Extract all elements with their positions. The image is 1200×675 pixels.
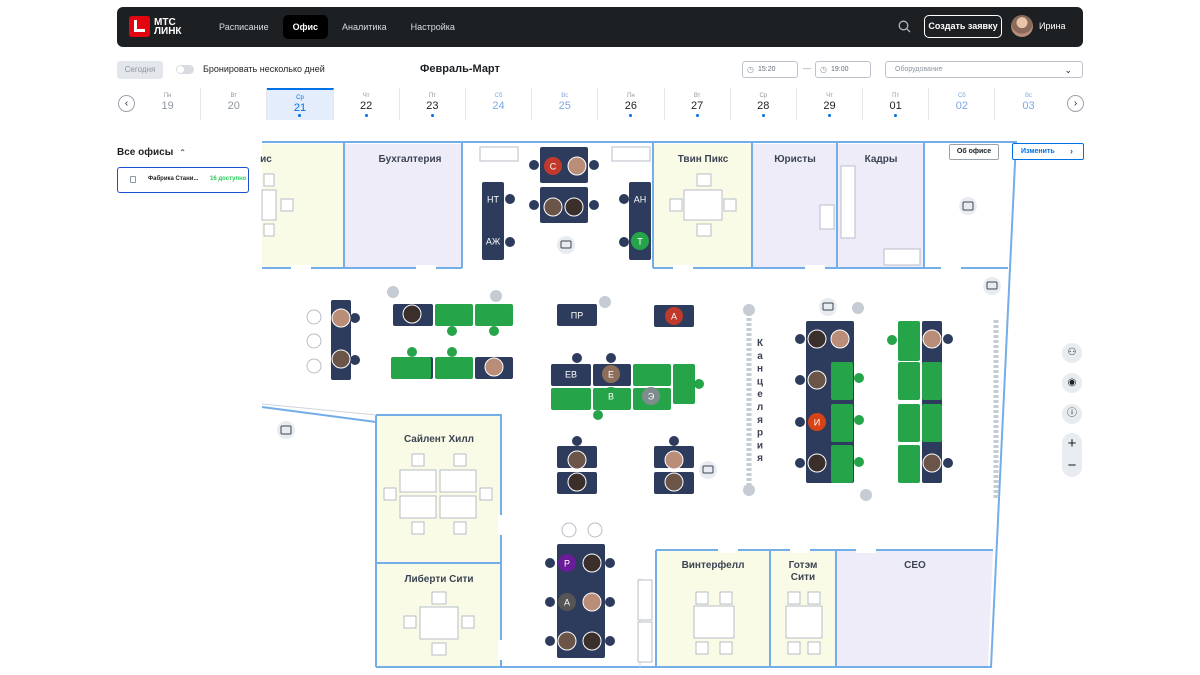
avatar-initials: Е — [608, 370, 614, 380]
employee-photo-avatar[interactable] — [402, 304, 422, 324]
avatar-initials: Э — [648, 392, 655, 402]
room-label-left-partial: ис — [260, 154, 272, 165]
employee-photo-avatar[interactable] — [582, 553, 602, 573]
room-label-ceo: CEO — [904, 560, 926, 571]
chancellery-letter: я — [757, 415, 763, 426]
avatar-initials: НТ — [487, 195, 499, 205]
employee-photo-avatar[interactable] — [807, 329, 827, 349]
employee-photo-avatar[interactable] — [331, 308, 351, 328]
chancellery-letter: К — [757, 338, 764, 349]
employee-photo-avatar[interactable] — [567, 156, 587, 176]
room-label-lawyers: Юристы — [774, 154, 816, 165]
chancellery-label: Канцелярия — [757, 338, 764, 464]
avatar-initials: В — [608, 392, 614, 402]
employee-photo-avatar[interactable] — [331, 349, 351, 369]
edit-map-button[interactable]: Изменить › — [1012, 143, 1084, 160]
people-icon[interactable]: ⚇ — [1062, 343, 1082, 363]
info-icon[interactable]: ⓘ — [1062, 404, 1082, 424]
zoom-in-icon[interactable]: + — [1062, 433, 1082, 455]
employee-photo-avatar[interactable] — [557, 631, 577, 651]
edit-map-label: Изменить — [1021, 148, 1055, 155]
avatar-initials: АЖ — [486, 237, 501, 247]
employee-photo-avatar[interactable] — [922, 453, 942, 473]
employee-photo-avatar[interactable] — [484, 357, 504, 377]
employee-photo-avatar[interactable] — [664, 450, 684, 470]
chancellery-letter: р — [757, 428, 763, 439]
eye-icon[interactable]: ◉ — [1062, 373, 1082, 393]
avatar-initials: С — [550, 162, 557, 172]
avatar-initials: Т — [637, 237, 643, 247]
room-label-winterfell: Винтерфелл — [682, 559, 745, 571]
avatar-initials: Р — [564, 559, 570, 569]
chancellery-letter: е — [757, 389, 763, 400]
room-label-hr: Кадры — [865, 154, 898, 165]
avatar-initials: АН — [634, 195, 647, 205]
chancellery-letter: и — [757, 440, 763, 451]
employee-photo-avatar[interactable] — [807, 453, 827, 473]
zoom-out-icon[interactable]: − — [1062, 455, 1082, 477]
employee-photo-avatar[interactable] — [543, 197, 563, 217]
employee-photo-avatar[interactable] — [567, 450, 587, 470]
avatar-initials: ПР — [571, 311, 583, 321]
decor-chain — [746, 318, 999, 500]
avatar-initials: И — [814, 418, 820, 428]
room-label-city: Сити — [791, 572, 815, 583]
about-office-button[interactable]: Об офисе — [949, 144, 999, 160]
room-label-silent-hill: Сайлент Хилл — [404, 434, 474, 445]
avatar-initials: А — [671, 312, 677, 322]
chancellery-letter: н — [757, 364, 763, 375]
room-label-liberty-city: Либерти Сити — [404, 573, 473, 585]
employee-photo-avatar[interactable] — [922, 329, 942, 349]
avatar-initials: ЕВ — [565, 370, 577, 380]
room-label-accounting: Бухгалтерия — [379, 154, 442, 165]
chancellery-letter: ц — [757, 376, 764, 387]
chancellery-letter: а — [757, 351, 763, 362]
employee-photo-avatar[interactable] — [664, 472, 684, 492]
employee-photo-avatar[interactable] — [830, 329, 850, 349]
room-label-twin-peaks: Твин Пикс — [678, 154, 729, 165]
zoom-control: + − — [1062, 433, 1082, 477]
chevron-right-icon: › — [1070, 146, 1073, 156]
chancellery-letter: л — [757, 402, 763, 413]
avatar-initials: А — [564, 598, 570, 608]
employee-photo-avatar[interactable] — [582, 631, 602, 651]
employee-photo-avatar[interactable] — [807, 370, 827, 390]
room-label-gotham: Готэм — [789, 560, 818, 571]
employee-photo-avatar[interactable] — [582, 592, 602, 612]
employee-photo-avatar[interactable] — [567, 472, 587, 492]
office-floor-map: ис Бухгалтерия Твин Пикс Юристы Кадры Са… — [260, 141, 1018, 668]
chancellery-letter: я — [757, 453, 763, 464]
employee-photo-avatar[interactable] — [564, 197, 584, 217]
